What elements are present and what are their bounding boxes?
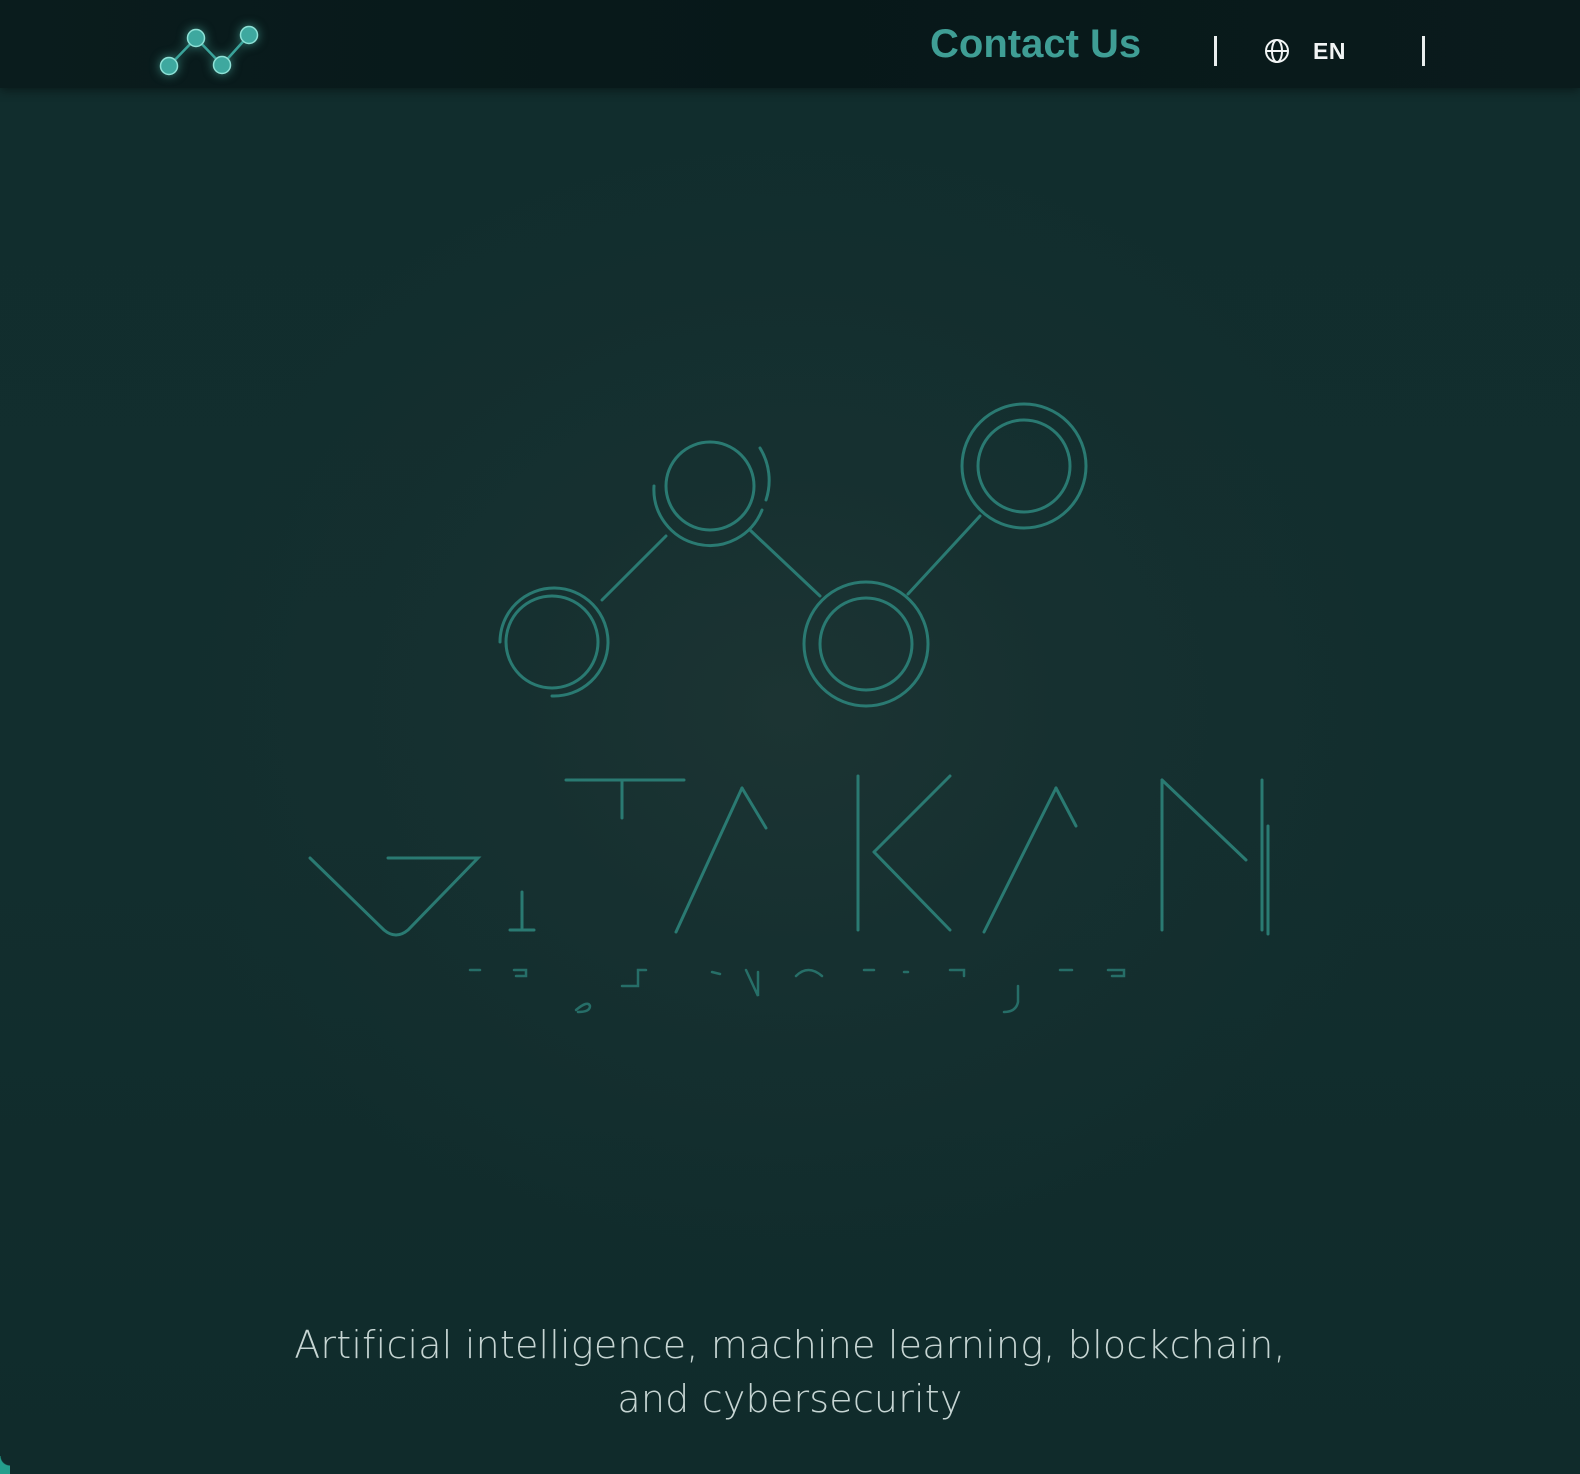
network-nodes-logo-icon	[159, 25, 259, 76]
top-navigation-bar: Contact Us EN	[0, 0, 1580, 88]
nav-divider	[1214, 36, 1217, 66]
globe-icon	[1265, 39, 1289, 63]
tagline-line-1: Artificial intelligence, machine learnin…	[294, 1323, 1286, 1367]
hero-tagline: Artificial intelligence, machine learnin…	[190, 1318, 1390, 1426]
corner-accent	[0, 1456, 10, 1474]
page: Contact Us EN Artificial intelligence, m…	[0, 0, 1580, 1474]
language-selector[interactable]: EN	[1264, 34, 1346, 68]
network-nodes-wordmark-logo	[308, 402, 1270, 1014]
contact-us-link[interactable]: Contact Us	[930, 22, 1141, 66]
home-logo-link[interactable]	[150, 18, 272, 82]
nav-divider	[1422, 36, 1425, 66]
language-code: EN	[1313, 37, 1346, 64]
tagline-line-2: and cybersecurity	[617, 1377, 963, 1421]
